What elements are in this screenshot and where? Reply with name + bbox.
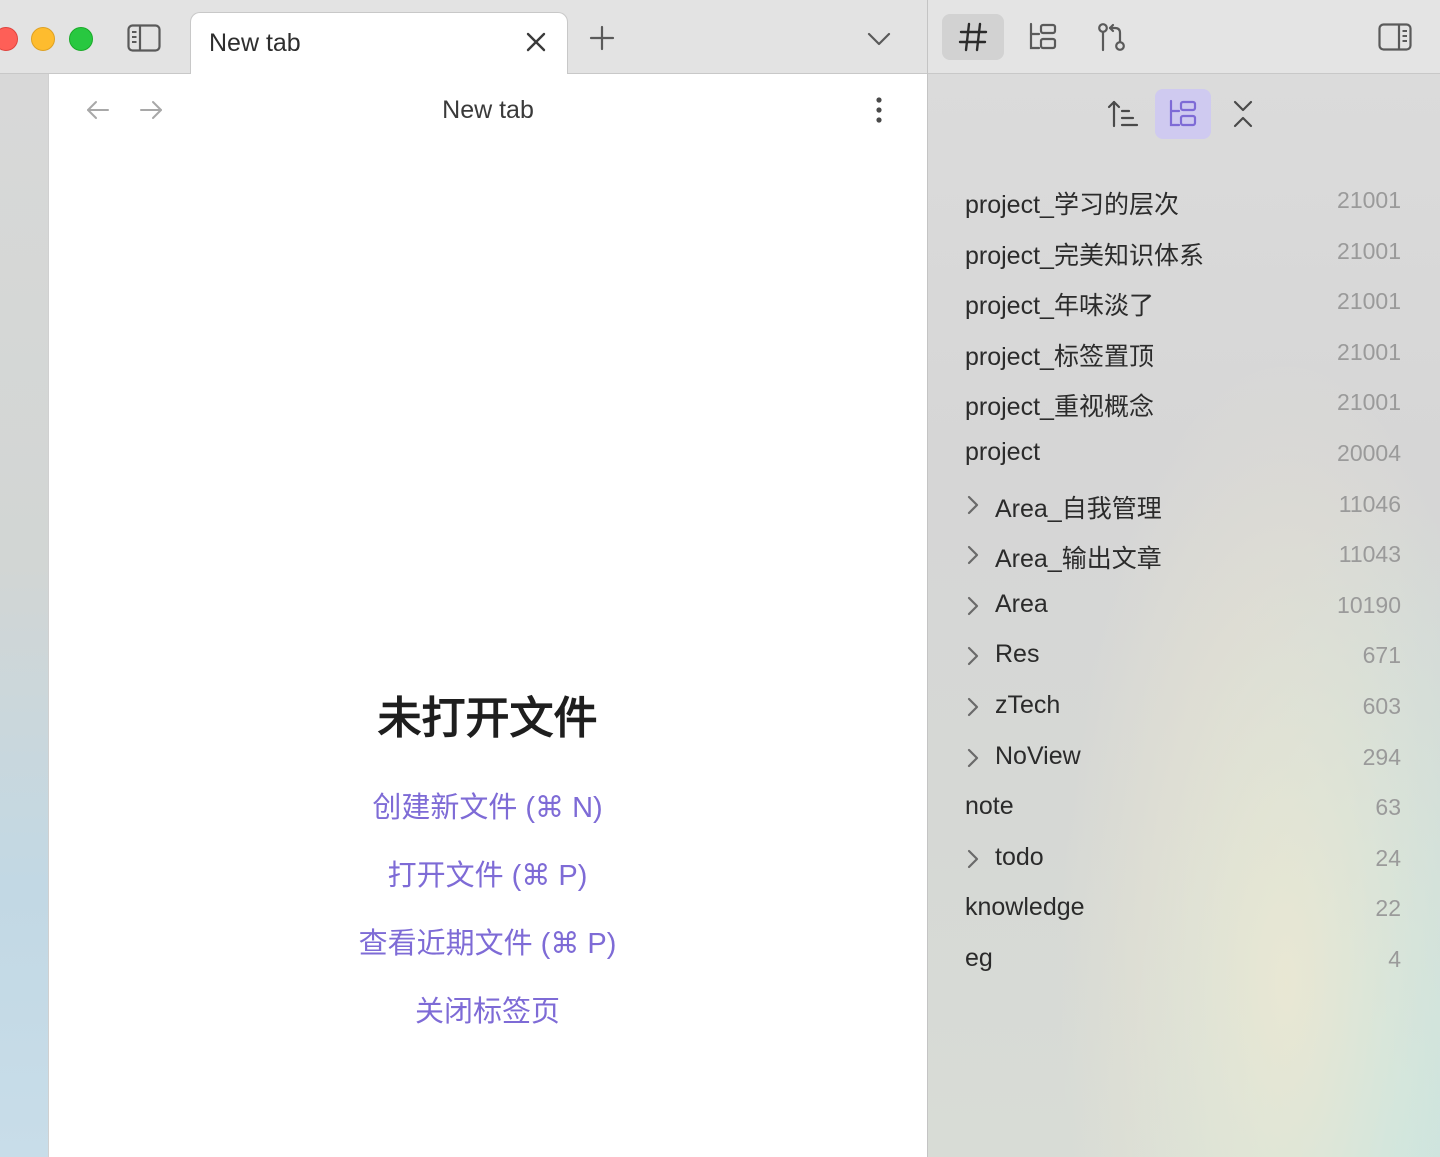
- more-vertical-icon: [876, 97, 882, 123]
- tag-count: 24: [1375, 844, 1401, 871]
- tag-count: 4: [1388, 945, 1401, 972]
- right-sidebar: project_学习的层次 21001 project_完美知识体系 21001 pro…: [927, 0, 1440, 1157]
- chevron-right-icon[interactable]: [962, 644, 984, 668]
- tag-name: Res: [995, 640, 1040, 669]
- tag-item[interactable]: project_学习的层次 21001: [928, 176, 1440, 227]
- tag-name: project_学习的层次: [965, 191, 1179, 219]
- tag-count: 63: [1375, 794, 1401, 821]
- tag-name: NoView: [995, 741, 1081, 770]
- tag-count: 671: [1362, 642, 1401, 669]
- tag-pane-toolbar: [928, 89, 1440, 141]
- sort-icon: [1107, 100, 1139, 128]
- tab-title: New tab: [209, 29, 301, 57]
- tag-count: 11046: [1338, 490, 1401, 517]
- sidebar-left-icon: [127, 24, 161, 52]
- tag-name: note: [965, 792, 1014, 821]
- plus-icon: [589, 25, 615, 51]
- view-header-title: New tab: [442, 96, 534, 124]
- file-tree-icon: [1029, 22, 1057, 50]
- tag-item[interactable]: todo 24: [928, 834, 1440, 885]
- tag-item[interactable]: eg 4: [928, 935, 1440, 986]
- close-tab-link[interactable]: 关闭标签页: [47, 992, 928, 1060]
- tag-name: Area_输出文章: [995, 545, 1162, 574]
- close-icon: [526, 32, 546, 52]
- tag-count: 603: [1362, 692, 1401, 719]
- create-new-file-link[interactable]: 创建新文件 (⌘ N): [47, 788, 928, 856]
- chevron-right-icon[interactable]: [962, 493, 984, 517]
- tag-count: 22: [1375, 895, 1401, 922]
- tag-item[interactable]: Area_输出文章 11043: [928, 530, 1440, 581]
- tab-bar: New tab: [0, 0, 927, 75]
- tag-item[interactable]: note 63: [928, 783, 1440, 834]
- close-tab-button[interactable]: [523, 29, 549, 55]
- tag-item[interactable]: project_重视概念 21001: [928, 378, 1440, 429]
- chevron-down-icon: [867, 32, 891, 46]
- nested-tags-icon: [1169, 99, 1197, 127]
- new-tab-button[interactable]: [586, 22, 618, 54]
- tab-list-button[interactable]: [864, 24, 894, 54]
- tab-git[interactable]: [1081, 14, 1143, 60]
- tag-name: todo: [995, 842, 1044, 871]
- collapse-icon: [1233, 100, 1253, 128]
- tag-count: 21001: [1337, 288, 1401, 315]
- tags-icon: [958, 22, 988, 52]
- tag-item[interactable]: knowledge 22: [928, 884, 1440, 935]
- git-branch-icon: [1098, 23, 1125, 52]
- tag-item[interactable]: zTech 603: [928, 682, 1440, 733]
- left-sidebar-toggle-button[interactable]: [126, 22, 162, 54]
- sidebar-right-icon: [1378, 23, 1412, 51]
- tag-name: knowledge: [965, 893, 1085, 922]
- tag-count: 21001: [1337, 187, 1401, 213]
- tag-name: project_年味淡了: [965, 292, 1154, 321]
- tag-item[interactable]: Res 671: [928, 631, 1440, 682]
- chevron-right-icon[interactable]: [962, 594, 984, 618]
- minimize-window-button[interactable]: [31, 27, 55, 51]
- tag-name: project_完美知识体系: [965, 241, 1204, 270]
- empty-state: 未打开文件 创建新文件 (⌘ N) 打开文件 (⌘ P) 查看近期文件 (⌘ P…: [49, 682, 928, 1060]
- tag-list: project_学习的层次 21001 project_完美知识体系 21001 pro…: [928, 176, 1440, 986]
- more-options-button[interactable]: [864, 94, 894, 126]
- tag-item[interactable]: Area_自我管理 11046: [928, 480, 1440, 531]
- recent-files-link[interactable]: 查看近期文件 (⌘ P): [47, 924, 928, 992]
- editor-pane: New tab 未打开文件 创建新文件 (⌘ N) 打开文件 (⌘ P) 查看近…: [48, 74, 927, 1157]
- tag-count: 10190: [1337, 591, 1401, 618]
- empty-state-title: 未打开文件: [377, 694, 598, 743]
- tag-name: project: [965, 437, 1041, 466]
- tag-name: Area_自我管理: [995, 494, 1162, 523]
- chevron-right-icon[interactable]: [962, 746, 984, 770]
- tag-name: zTech: [995, 690, 1061, 719]
- tag-item[interactable]: project_标签置顶 21001: [928, 328, 1440, 379]
- tag-item[interactable]: NoView 294: [928, 733, 1440, 784]
- chevron-right-icon[interactable]: [962, 847, 984, 871]
- zoom-window-button[interactable]: [69, 27, 93, 51]
- tag-item[interactable]: project 20004: [928, 429, 1440, 480]
- right-sidebar-toggle-button[interactable]: [1377, 20, 1413, 54]
- chevron-right-icon[interactable]: [962, 543, 984, 567]
- tab-file-tree[interactable]: [1012, 14, 1074, 60]
- tag-item[interactable]: project_年味淡了 21001: [928, 277, 1440, 328]
- tag-count: 21001: [1337, 338, 1401, 365]
- empty-state-actions: 创建新文件 (⌘ N) 打开文件 (⌘ P) 查看近期文件 (⌘ P) 关闭标签…: [49, 788, 928, 1060]
- tag-name: Area: [995, 589, 1048, 618]
- tag-item[interactable]: Area 10190: [928, 581, 1440, 632]
- tag-count: 11043: [1338, 541, 1401, 568]
- collapse-all-button[interactable]: [1215, 89, 1271, 139]
- close-window-button[interactable]: [0, 27, 18, 51]
- open-file-link[interactable]: 打开文件 (⌘ P): [47, 856, 928, 924]
- sort-button[interactable]: [1095, 89, 1151, 139]
- chevron-right-icon[interactable]: [962, 695, 984, 719]
- tab-new-tab[interactable]: New tab: [190, 12, 568, 75]
- desktop-background: [0, 74, 48, 1157]
- tag-name: project_标签置顶: [965, 342, 1154, 371]
- tag-name: project_重视概念: [965, 393, 1154, 422]
- tag-count: 294: [1362, 743, 1401, 770]
- tag-count: 20004: [1337, 439, 1401, 466]
- tag-count: 21001: [1337, 389, 1401, 416]
- tag-count: 21001: [1337, 237, 1401, 264]
- tag-item[interactable]: project_完美知识体系 21001: [928, 227, 1440, 278]
- right-sidebar-tab-header: [928, 0, 1440, 74]
- tab-tags[interactable]: [942, 14, 1004, 60]
- tag-name: eg: [965, 943, 993, 972]
- nested-tags-toggle[interactable]: [1155, 89, 1211, 139]
